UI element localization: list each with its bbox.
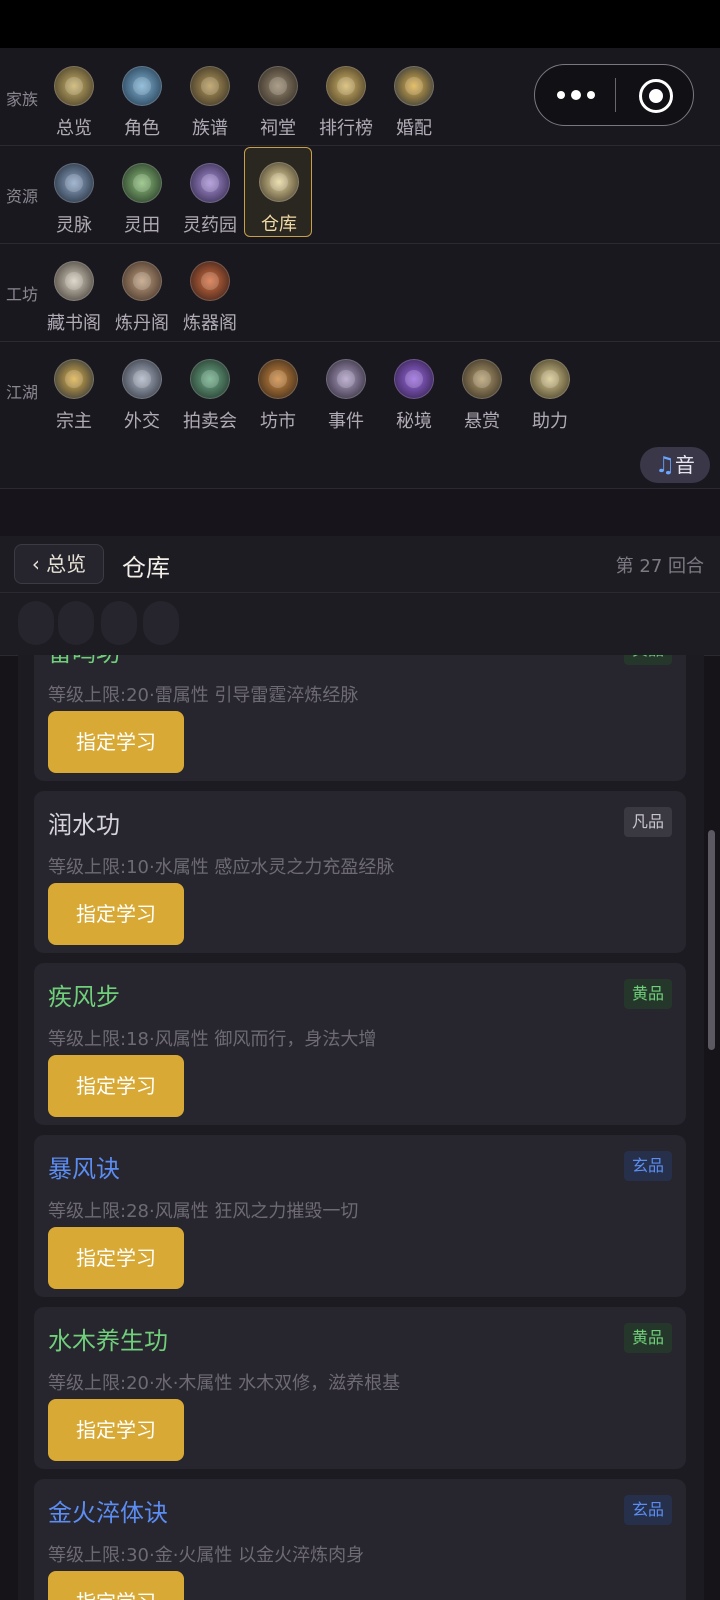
- status-bar: [0, 0, 720, 48]
- menu-item-auction[interactable]: 拍卖会: [176, 345, 244, 435]
- technique-card: 雷鸣功 黄品等级上限:20·雷属性 引导雷霆淬炼经脉指定学习: [34, 655, 686, 781]
- menu-row-workshop: 工坊 藏书阁 炼丹阁 炼器阁: [0, 243, 720, 342]
- menu-item-events[interactable]: 事件: [312, 345, 380, 435]
- filter-tab[interactable]: [58, 601, 94, 645]
- technique-description: 等级上限:20·水·木属性 水木双修，滋养根基: [48, 1373, 401, 1394]
- menu-item-alchemy[interactable]: 炼丹阁: [108, 247, 176, 337]
- close-target-icon[interactable]: [639, 79, 673, 113]
- herb-icon: [190, 163, 230, 203]
- ranking-icon: [326, 66, 366, 106]
- menu-item-ranking[interactable]: 排行榜: [312, 52, 380, 142]
- technique-description: 等级上限:28·风属性 狂风之力摧毁一切: [48, 1201, 359, 1222]
- filter-tab[interactable]: [143, 601, 179, 645]
- technique-card: 润水功 凡品等级上限:10·水属性 感应水灵之力充盈经脉指定学习: [34, 791, 686, 953]
- menu-item-market[interactable]: 坊市: [244, 345, 312, 435]
- round-counter: 第 27 回合: [615, 556, 704, 577]
- assign-learn-button[interactable]: 指定学习: [48, 711, 184, 773]
- technique-name: 疾风步: [48, 983, 120, 1011]
- page-header: ‹ 总览 仓库 第 27 回合: [0, 536, 720, 593]
- technique-name: 金火淬体诀: [48, 1499, 168, 1527]
- assign-learn-button[interactable]: 指定学习: [48, 1227, 184, 1289]
- back-button[interactable]: ‹ 总览: [14, 544, 104, 584]
- spacer: [0, 489, 720, 536]
- menu-item-assist[interactable]: 助力: [516, 345, 584, 435]
- menu-item-warehouse[interactable]: 仓库: [244, 147, 312, 237]
- menu-item-diplomacy[interactable]: 外交: [108, 345, 176, 435]
- technique-card: 水木养生功 黄品等级上限:20·水·木属性 水木双修，滋养根基指定学习: [34, 1307, 686, 1469]
- grade-badge: 黄品: [623, 655, 672, 665]
- more-icon[interactable]: [557, 83, 597, 107]
- menu-item-marriage[interactable]: 婚配: [380, 52, 448, 142]
- music-note-icon: ♫: [655, 453, 675, 478]
- diplomacy-icon: [122, 359, 162, 399]
- bounty-icon: [462, 359, 502, 399]
- scroll-icon: [54, 261, 94, 301]
- music-toggle-button[interactable]: ♫音: [640, 447, 710, 483]
- menu-item-shrine[interactable]: 祠堂: [244, 52, 312, 142]
- filter-tabs: [0, 593, 720, 656]
- filter-tab[interactable]: [101, 601, 137, 645]
- scrollbar[interactable]: [708, 830, 715, 1050]
- technique-description: 等级上限:20·雷属性 引导雷霆淬炼经脉: [48, 685, 359, 706]
- assign-learn-button[interactable]: 指定学习: [48, 1571, 184, 1600]
- warehouse-icon: [259, 162, 299, 202]
- vein-icon: [54, 163, 94, 203]
- menu-item-sect-leader[interactable]: 宗主: [40, 345, 108, 435]
- technique-card: 金火淬体诀 玄品等级上限:30·金·火属性 以金火淬炼肉身指定学习: [34, 1479, 686, 1600]
- grade-badge: 玄品: [623, 1151, 672, 1181]
- anvil-icon: [190, 261, 230, 301]
- assign-learn-button[interactable]: 指定学习: [48, 1399, 184, 1461]
- technique-list[interactable]: 雷鸣功黄品等级上限:20·雷属性 引导雷霆淬炼经脉指定学习润水功凡品等级上限:1…: [18, 655, 704, 1600]
- menu-item-spirit-vein[interactable]: 灵脉: [40, 149, 108, 239]
- menu-item-forge[interactable]: 炼器阁: [176, 247, 244, 337]
- mini-program-capsule: [534, 64, 694, 126]
- technique-name: 雷鸣功: [48, 655, 120, 668]
- assign-learn-button[interactable]: 指定学习: [48, 883, 184, 945]
- technique-card: 暴风诀 玄品等级上限:28·风属性 狂风之力摧毁一切指定学习: [34, 1135, 686, 1297]
- menu-item-secret-realm[interactable]: 秘境: [380, 345, 448, 435]
- technique-description: 等级上限:10·水属性 感应水灵之力充盈经脉: [48, 857, 395, 878]
- page-title: 仓库: [122, 554, 170, 582]
- grade-badge: 黄品: [623, 979, 672, 1009]
- menu-row-resources: 资源 灵脉 灵田 灵药园 仓库: [0, 145, 720, 244]
- character-icon: [122, 66, 162, 106]
- menu-item-herb-garden[interactable]: 灵药园: [176, 149, 244, 239]
- pagoda-icon: [54, 359, 94, 399]
- row-label: 家族: [6, 90, 39, 109]
- technique-name: 水木养生功: [48, 1327, 168, 1355]
- technique-card: 疾风步 黄品等级上限:18·风属性 御风而行，身法大增指定学习: [34, 963, 686, 1125]
- menu-item-spirit-field[interactable]: 灵田: [108, 149, 176, 239]
- menu-item-genealogy[interactable]: 族谱: [176, 52, 244, 142]
- grade-badge: 玄品: [623, 1495, 672, 1525]
- cauldron-icon: [122, 261, 162, 301]
- menu-item-character[interactable]: 角色: [108, 52, 176, 142]
- scales-icon: [258, 359, 298, 399]
- capsule-divider: [615, 78, 616, 112]
- menu-item-overview[interactable]: 总览: [40, 52, 108, 142]
- row-label: 江湖: [6, 383, 39, 402]
- technique-name: 润水功: [48, 811, 120, 839]
- auction-icon: [190, 359, 230, 399]
- overview-icon: [54, 66, 94, 106]
- menu-row-jianghu: 江湖 宗主 外交 拍卖会 坊市 事件 秘境 悬赏 助力: [0, 341, 720, 489]
- menu-item-library[interactable]: 藏书阁: [40, 247, 108, 337]
- menu-item-bounty[interactable]: 悬赏: [448, 345, 516, 435]
- technique-description: 等级上限:30·金·火属性 以金火淬炼肉身: [48, 1545, 365, 1566]
- tree-icon: [190, 66, 230, 106]
- assist-icon: [530, 359, 570, 399]
- grade-badge: 黄品: [623, 1323, 672, 1353]
- technique-description: 等级上限:18·风属性 御风而行，身法大增: [48, 1029, 377, 1050]
- row-label: 工坊: [6, 285, 39, 304]
- technique-name: 暴风诀: [48, 1155, 120, 1183]
- row-label: 资源: [6, 187, 39, 206]
- event-icon: [326, 359, 366, 399]
- filter-tab[interactable]: [18, 601, 54, 645]
- vortex-icon: [394, 359, 434, 399]
- pagoda-icon: [394, 66, 434, 106]
- assign-learn-button[interactable]: 指定学习: [48, 1055, 184, 1117]
- grade-badge: 凡品: [623, 807, 672, 837]
- shrine-icon: [258, 66, 298, 106]
- field-icon: [122, 163, 162, 203]
